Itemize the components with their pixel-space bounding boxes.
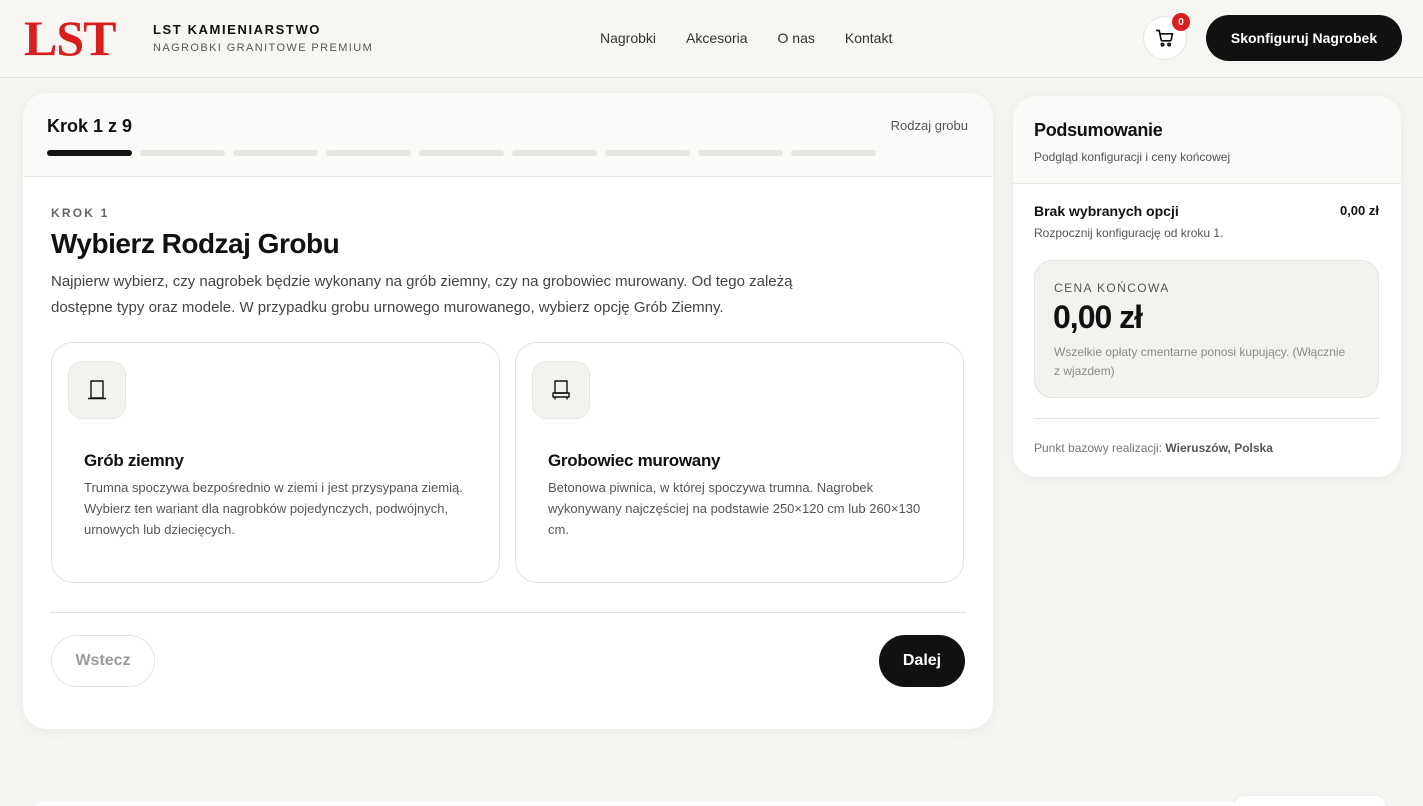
divider: [1034, 418, 1379, 419]
site-header: LST LST KAMIENIARSTWO NAGROBKI GRANITOWE…: [0, 0, 1423, 78]
floating-widget[interactable]: [1235, 796, 1385, 806]
option-description: Betonowa piwnica, w której spoczywa trum…: [548, 480, 921, 537]
step-title: Wybierz Rodzaj Grobu: [51, 228, 340, 259]
next-button[interactable]: Dalej: [879, 635, 965, 687]
wizard-header: Krok 1 z 9 Rodzaj grobu: [23, 93, 993, 177]
brand-tagline: NAGROBKI GRANITOWE PREMIUM: [153, 42, 374, 54]
nav-item-kontakt[interactable]: Kontakt: [845, 30, 892, 46]
progress-segment: [512, 150, 597, 156]
base-location-label: Punkt bazowy realizacji:: [1034, 441, 1163, 455]
configure-button[interactable]: Skonfiguruj Nagrobek: [1206, 15, 1402, 61]
progress-segment: [47, 150, 132, 156]
final-price-label: CENA KOŃCOWA: [1054, 281, 1170, 295]
progress-segment: [140, 150, 225, 156]
summary-subtitle: Podgląd konfiguracji i ceny końcowej: [1034, 150, 1231, 164]
progress-bar: [47, 150, 876, 156]
configurator-card: Krok 1 z 9 Rodzaj grobu KROK 1 Wybierz R…: [23, 93, 993, 729]
option-card-grob-ziemny[interactable]: Grób ziemny Trumna spoczywa bezpośrednio…: [51, 342, 500, 583]
no-options-value: 0,00 zł: [1339, 203, 1379, 218]
option-card-grobowiec-murowany[interactable]: Grobowiec murowany Betonowa piwnica, w k…: [515, 342, 964, 583]
logo[interactable]: LST: [24, 12, 117, 64]
tomb-icon: [532, 361, 590, 419]
base-location-value: Wieruszów, Polska: [1165, 441, 1273, 455]
step-counter: Krok 1 z 9: [47, 116, 133, 136]
summary-panel: Podsumowanie Podgląd konfiguracji i ceny…: [1013, 96, 1401, 477]
nav-item-o-nas[interactable]: O nas: [778, 30, 815, 46]
option-title: Grobowiec murowany: [548, 451, 721, 470]
nav-item-akcesoria[interactable]: Akcesoria: [686, 30, 747, 46]
nav-item-nagrobki[interactable]: Nagrobki: [600, 30, 656, 46]
progress-segment: [326, 150, 411, 156]
step-description: Najpierw wybierz, czy nagrobek będzie wy…: [51, 273, 793, 316]
step-name: Rodzaj grobu: [890, 118, 968, 133]
back-button[interactable]: Wstecz: [51, 635, 155, 687]
final-price-box: CENA KOŃCOWA 0,00 zł Wszelkie opłaty cme…: [1034, 260, 1379, 398]
summary-hint: Rozpocznij konfigurację od kroku 1.: [1034, 226, 1224, 240]
progress-segment: [698, 150, 783, 156]
progress-segment: [233, 150, 318, 156]
cart-count-badge: 0: [1172, 13, 1190, 31]
progress-segment: [605, 150, 690, 156]
no-options-label: Brak wybranych opcji: [1034, 203, 1179, 219]
option-description: Trumna spoczywa bezpośrednio w ziemi i j…: [84, 480, 463, 537]
base-location: Punkt bazowy realizacji: Wieruszów, Pols…: [1034, 441, 1273, 455]
option-title: Grób ziemny: [84, 451, 184, 470]
next-section-card: [33, 802, 1383, 806]
final-price-value: 0,00 zł: [1053, 299, 1143, 335]
summary-header: Podsumowanie Podgląd konfiguracji i ceny…: [1013, 96, 1401, 184]
cart-icon: [1155, 29, 1174, 47]
grave-icon: [68, 361, 126, 419]
progress-segment: [419, 150, 504, 156]
brand-name: LST KAMIENIARSTWO: [153, 22, 322, 37]
main-nav: Nagrobki Akcesoria O nas Kontakt: [600, 30, 892, 46]
step-eyebrow: KROK 1: [51, 206, 110, 220]
final-price-note: Wszelkie opłaty cmentarne ponosi kupując…: [1054, 345, 1346, 378]
summary-title: Podsumowanie: [1034, 120, 1163, 140]
cart-button[interactable]: 0: [1143, 13, 1190, 60]
progress-segment: [791, 150, 876, 156]
divider: [50, 612, 966, 613]
